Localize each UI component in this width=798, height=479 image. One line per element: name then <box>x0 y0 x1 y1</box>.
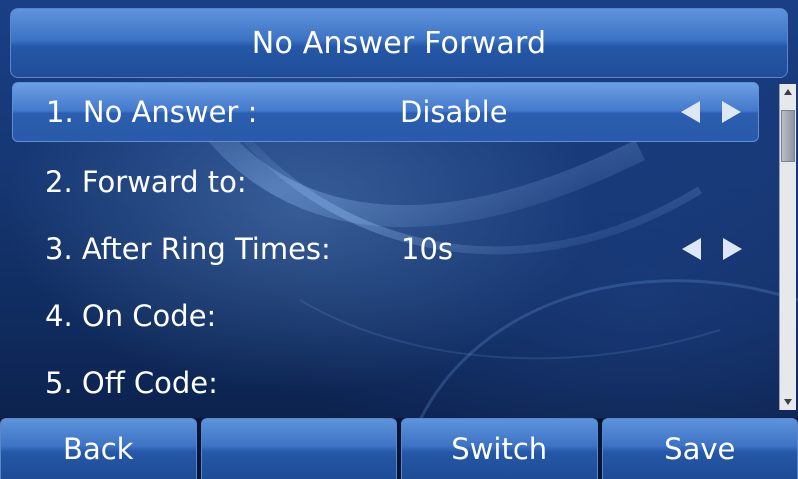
page-title: No Answer Forward <box>251 25 547 61</box>
menu-item-no-answer[interactable]: 1. No Answer : Disable <box>12 82 759 142</box>
scroll-thumb[interactable] <box>781 110 795 162</box>
scrollbar[interactable] <box>779 84 796 410</box>
switch-button[interactable]: Switch <box>401 418 598 479</box>
menu-item-on-code[interactable]: 4. On Code: <box>12 286 759 346</box>
no-answer-value: Disable <box>400 95 508 129</box>
menu-item-label: 4. On Code: <box>45 299 217 333</box>
menu-item-label: 1. No Answer : <box>46 95 258 129</box>
save-button[interactable]: Save <box>601 418 798 479</box>
arrow-left-icon[interactable] <box>677 234 707 264</box>
softkey-bar: Back Switch Save <box>0 418 798 479</box>
menu-item-forward-to[interactable]: 2. Forward to: <box>12 152 759 212</box>
arrow-left-icon[interactable] <box>676 97 706 127</box>
arrow-right-icon[interactable] <box>717 234 747 264</box>
menu-item-label: 3. After Ring Times: <box>45 232 331 266</box>
title-bar: No Answer Forward <box>10 8 788 78</box>
option-switcher <box>676 97 746 127</box>
scroll-down-button[interactable] <box>780 394 796 410</box>
arrow-right-icon[interactable] <box>716 97 746 127</box>
scroll-up-button[interactable] <box>780 84 796 100</box>
menu-item-label: 5. Off Code: <box>45 366 218 400</box>
option-switcher <box>677 234 747 264</box>
menu-item-off-code[interactable]: 5. Off Code: <box>12 353 759 413</box>
softkey-2-button[interactable] <box>200 418 397 479</box>
menu-item-after-ring-times[interactable]: 3. After Ring Times: 10s <box>12 219 759 279</box>
after-ring-times-value: 10s <box>401 232 454 266</box>
scroll-up-icon <box>784 89 792 95</box>
back-button[interactable]: Back <box>0 418 197 479</box>
scroll-down-icon <box>784 399 792 405</box>
menu-item-label: 2. Forward to: <box>45 165 247 199</box>
phone-screen: No Answer Forward 1. No Answer : Disable… <box>0 0 798 479</box>
